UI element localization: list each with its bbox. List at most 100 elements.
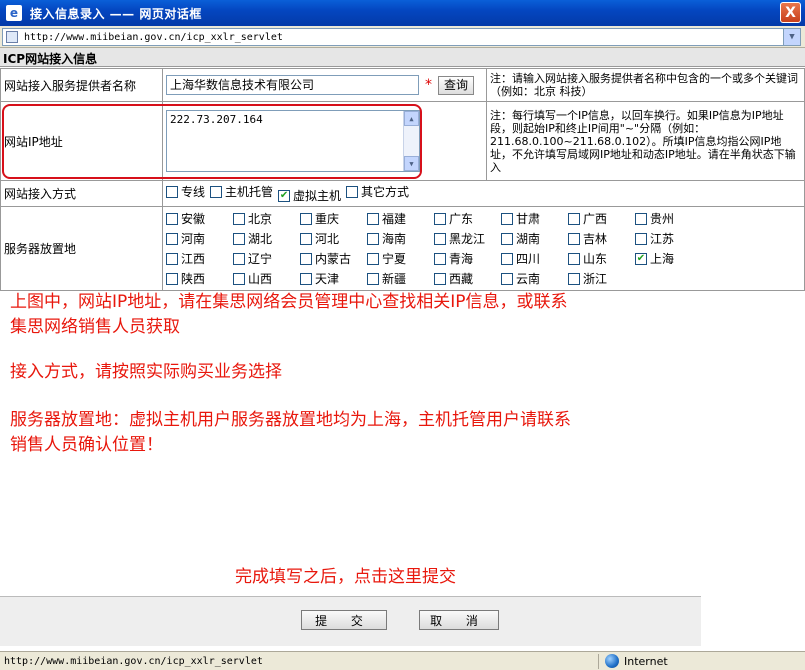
location-label: 安徽 xyxy=(181,212,206,226)
checkbox-icon[interactable] xyxy=(501,252,513,265)
location-checkbox[interactable]: 青海 xyxy=(434,249,501,268)
location-checkbox[interactable]: 湖北 xyxy=(233,229,300,248)
checkbox-icon[interactable] xyxy=(166,272,178,285)
location-checkbox[interactable]: 宁夏 xyxy=(367,249,434,268)
checkbox-icon[interactable] xyxy=(501,232,513,245)
location-label: 河南 xyxy=(181,232,206,246)
location-checkbox[interactable]: 福建 xyxy=(367,209,434,228)
location-checkbox[interactable]: 北京 xyxy=(233,209,300,228)
address-url: http://www.miibeian.gov.cn/icp_xxlr_serv… xyxy=(24,31,283,43)
location-checkbox[interactable]: 广东 xyxy=(434,209,501,228)
access-method-checkbox[interactable]: 其它方式 xyxy=(346,183,409,200)
checkbox-icon[interactable] xyxy=(166,252,178,265)
location-label: 黑龙江 xyxy=(449,232,486,246)
location-checkbox[interactable]: 四川 xyxy=(501,249,568,268)
form-table: 网站接入服务提供者名称 上海华数信息技术有限公司 * 查询 注：请输入网站接入服务提… xyxy=(0,68,805,291)
location-checkbox[interactable]: 重庆 xyxy=(300,209,367,228)
location-checkbox[interactable]: 安徽 xyxy=(166,209,233,228)
location-checkbox[interactable]: 黑龙江 xyxy=(434,229,501,248)
location-checkbox[interactable]: 陕西 xyxy=(166,269,233,288)
location-label: 广西 xyxy=(583,212,608,226)
location-checkbox[interactable]: 湖南 xyxy=(501,229,568,248)
checkbox-icon[interactable] xyxy=(635,232,647,245)
close-button[interactable]: X xyxy=(780,2,801,23)
location-label: 重庆 xyxy=(315,212,340,226)
location-label: 海南 xyxy=(382,232,407,246)
checkbox-icon[interactable] xyxy=(166,185,178,198)
location-checkbox[interactable]: ✔ 上海 xyxy=(635,249,702,268)
location-checkbox[interactable]: 浙江 xyxy=(568,269,635,288)
location-label: 陕西 xyxy=(181,272,206,286)
checkbox-icon[interactable] xyxy=(568,232,580,245)
required-mark: * xyxy=(425,77,432,93)
checkbox-icon[interactable] xyxy=(501,272,513,285)
location-label: 云南 xyxy=(516,272,541,286)
location-label: 新疆 xyxy=(382,272,407,286)
checkbox-icon[interactable] xyxy=(300,232,312,245)
checkbox-icon[interactable] xyxy=(568,272,580,285)
location-checkbox[interactable]: 云南 xyxy=(501,269,568,288)
annotation-method: 接入方式，请按照实际购买业务选择 xyxy=(10,362,282,382)
checkbox-icon[interactable] xyxy=(367,232,379,245)
location-checkbox[interactable]: 江苏 xyxy=(635,229,702,248)
access-method-label: 其它方式 xyxy=(361,185,410,199)
checkbox-icon[interactable] xyxy=(233,252,245,265)
location-label: 广东 xyxy=(449,212,474,226)
blank-panel xyxy=(701,590,805,651)
provider-input[interactable]: 上海华数信息技术有限公司 xyxy=(166,75,419,95)
query-button[interactable]: 查询 xyxy=(438,75,475,95)
location-checkbox[interactable]: 江西 xyxy=(166,249,233,268)
submit-button[interactable]: 提 交 xyxy=(301,610,387,630)
checkbox-icon[interactable] xyxy=(501,212,513,225)
location-checkbox[interactable]: 天津 xyxy=(300,269,367,288)
checkbox-icon[interactable] xyxy=(635,212,647,225)
location-checkbox[interactable]: 甘肃 xyxy=(501,209,568,228)
checkbox-icon[interactable] xyxy=(568,252,580,265)
location-checkbox[interactable]: 海南 xyxy=(367,229,434,248)
checkbox-icon[interactable] xyxy=(346,185,359,198)
checkbox-icon[interactable] xyxy=(233,212,245,225)
chevron-down-icon[interactable]: ▼ xyxy=(783,29,800,45)
checkbox-icon[interactable] xyxy=(300,252,312,265)
checkbox-icon[interactable] xyxy=(166,212,178,225)
location-checkbox[interactable]: 辽宁 xyxy=(233,249,300,268)
checkbox-icon[interactable] xyxy=(434,252,446,265)
checkbox-icon[interactable] xyxy=(233,272,245,285)
location-checkbox[interactable]: 广西 xyxy=(568,209,635,228)
annotation-location-line1: 服务器放置地：虚拟主机用户服务器放置地均为上海，主机托管用户请联系 xyxy=(10,410,571,430)
location-label: 内蒙古 xyxy=(315,252,352,266)
location-checkbox[interactable]: 山西 xyxy=(233,269,300,288)
access-method-checkbox[interactable]: ✔ 虚拟主机 xyxy=(278,187,341,204)
status-bar: http://www.miibeian.gov.cn/icp_xxlr_serv… xyxy=(0,651,805,670)
location-checkbox[interactable]: 吉林 xyxy=(568,229,635,248)
location-label: 江苏 xyxy=(650,232,675,246)
checkbox-icon[interactable] xyxy=(367,212,379,225)
checkbox-icon[interactable] xyxy=(367,272,379,285)
checkbox-icon[interactable] xyxy=(568,212,580,225)
location-checkbox[interactable]: 西藏 xyxy=(434,269,501,288)
location-checkbox[interactable]: 河南 xyxy=(166,229,233,248)
address-field[interactable]: http://www.miibeian.gov.cn/icp_xxlr_serv… xyxy=(2,28,801,46)
checkbox-icon[interactable] xyxy=(434,212,446,225)
checkbox-icon[interactable] xyxy=(300,272,312,285)
location-checkbox[interactable]: 内蒙古 xyxy=(300,249,367,268)
location-label: 西藏 xyxy=(449,272,474,286)
access-method-label: 主机托管 xyxy=(225,185,274,199)
checkbox-icon[interactable] xyxy=(434,232,446,245)
checkmark-icon[interactable]: ✔ xyxy=(278,189,291,202)
checkbox-icon[interactable] xyxy=(367,252,379,265)
checkbox-icon[interactable] xyxy=(210,185,223,198)
access-method-checkbox[interactable]: 专线 xyxy=(166,183,205,200)
cancel-button[interactable]: 取 消 xyxy=(419,610,499,630)
checkbox-icon[interactable] xyxy=(434,272,446,285)
checkbox-icon[interactable] xyxy=(166,232,178,245)
location-checkbox[interactable]: 山东 xyxy=(568,249,635,268)
location-checkbox[interactable]: 河北 xyxy=(300,229,367,248)
checkbox-icon[interactable] xyxy=(233,232,245,245)
title-bar: e 接入信息录入 —— 网页对话框 X xyxy=(0,0,805,26)
checkmark-icon[interactable]: ✔ xyxy=(635,252,647,265)
checkbox-icon[interactable] xyxy=(300,212,312,225)
location-checkbox[interactable]: 贵州 xyxy=(635,209,702,228)
location-checkbox[interactable]: 新疆 xyxy=(367,269,434,288)
access-method-checkbox[interactable]: 主机托管 xyxy=(210,183,273,200)
